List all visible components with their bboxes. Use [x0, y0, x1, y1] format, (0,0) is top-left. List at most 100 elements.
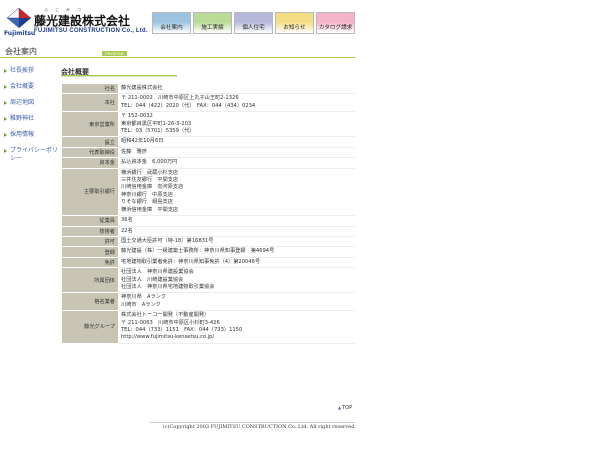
- sidebar-item-3[interactable]: 稚野神社: [4, 115, 58, 123]
- info-line: 社団法人 川崎建設業協会: [121, 276, 184, 283]
- info-row-label: 許可: [62, 236, 118, 248]
- info-line: 社団法人 神奈川県建設業協会: [121, 269, 194, 276]
- sidebar: 社長挨拶会社概要周辺地図稚野神社採用情報プライバシーポリシー: [4, 67, 58, 171]
- info-row-value: 宅地建物取引業者免許：神奈川県知事免許（4）第20046号: [118, 257, 355, 269]
- info-row-value: 〒 211-0002 川崎市中原区上丸子山王町2-1326 TEL：044（422…: [118, 93, 355, 113]
- info-line: TEL：03（5701）5359（代）: [121, 128, 195, 135]
- section-bar: [0, 44, 355, 58]
- info-line: 横浜銀行 武蔵小杉支店: [121, 169, 179, 176]
- info-line: TEL：044（422）2020（代） FAX：044（434）0234: [121, 102, 256, 109]
- info-row: 従業員 36名: [62, 215, 355, 227]
- info-row-value: 22名: [118, 226, 355, 237]
- content-title-underline-shadow: [61, 76, 177, 77]
- info-row: 格名業者 神奈川県 Aランク 川崎市 Aランク: [62, 292, 355, 312]
- info-row-value: 株式会社トーコー開発（不動産開発）〒 211-0063 川崎市中原区小杉町3-4…: [118, 310, 355, 344]
- info-line: 株式会社トーコー開発（不動産開発）: [121, 312, 210, 319]
- info-row: 社名 藤光建設株式会社: [62, 84, 355, 95]
- info-row-label: 資本金: [62, 157, 118, 169]
- info-row-value: 横浜銀行 武蔵小杉支店 三井住友銀行 平間支店 川崎信用金庫 向河原支店 神奈川銀行 …: [118, 168, 355, 217]
- nav-button-label: 施工実績: [201, 25, 224, 31]
- info-row-label: 免許: [62, 257, 118, 269]
- section-en-badge: PROFILE: [102, 51, 127, 56]
- company-name-en: FUJIMITSU CONSTRUCTION Co., Ltd.: [34, 28, 148, 34]
- info-row: 資本金 払込資本金 6,000万円: [62, 157, 355, 169]
- info-row-value: 社団法人 神奈川県建設業協会 社団法人 川崎建設業協会 社団法人 神奈川県宅地建物取…: [118, 267, 355, 294]
- info-line: 社団法人 神奈川県宅地建物取引業協会: [121, 283, 215, 290]
- info-line: 国土交通大臣許可（特-18）第16831号: [121, 237, 214, 244]
- sidebar-item-4[interactable]: 採用情報: [4, 131, 58, 139]
- info-row-label: 従業員: [62, 215, 118, 227]
- info-row: 藤光グループ 株式会社トーコー開発（不動産開発）〒 211-0063 川崎市中原区…: [62, 310, 355, 344]
- nav-button-label: 会社案内: [160, 25, 183, 31]
- info-line: 神奈川県 Aランク: [121, 294, 167, 301]
- info-row-label: 設立: [62, 136, 118, 148]
- info-row-label: 所属団体: [62, 267, 118, 294]
- sidebar-item-1[interactable]: 会社概要: [4, 83, 58, 91]
- company-info-table: 社名 藤光建設株式会社 本社〒 211-0002 川崎市中原区上丸子山王町2-132…: [62, 84, 355, 344]
- info-line: 宅地建物取引業者免許：神奈川県知事免許（4）第20046号: [121, 258, 261, 265]
- info-line: 川崎市 Aランク: [121, 301, 161, 308]
- info-line: 藤光建設（株）一級建築士事務所：神奈川県知事登録 第4694号: [121, 248, 275, 255]
- info-row-label: 代表取締役: [62, 147, 118, 159]
- info-row-value: 昭和42年10月6日: [118, 136, 355, 148]
- section-divider: [0, 57, 355, 58]
- info-row: 代表取締役 佐藤 雅彦: [62, 147, 355, 159]
- info-row-label: 技術者: [62, 226, 118, 237]
- info-row-value: 払込資本金 6,000万円: [118, 157, 355, 169]
- info-row-value: 佐藤 雅彦: [118, 147, 355, 159]
- info-line: 〒 211-0002 川崎市中原区上丸子山王町2-1326: [121, 95, 239, 102]
- nav-button-4[interactable]: カタログ請求: [316, 12, 355, 34]
- info-line: 佐藤 雅彦: [121, 148, 147, 155]
- info-line: 藤光建設株式会社: [121, 85, 163, 91]
- info-line: りそな銀行 綱島支店: [121, 199, 173, 206]
- info-row-label: 格名業者: [62, 292, 118, 312]
- info-line: TEL：044（733）1151 FAX：044（733）1150: [121, 326, 243, 333]
- info-line: 払込資本金 6,000万円: [121, 159, 178, 166]
- nav-button-label: カタログ請求: [318, 25, 353, 31]
- nav-button-2[interactable]: 個人住宅: [234, 12, 273, 34]
- info-line: 36名: [121, 217, 133, 224]
- info-row-value: 国土交通大臣許可（特-18）第16831号: [118, 236, 355, 248]
- global-nav: 会社案内 施工実績 個人住宅 お知らせ カタログ請求: [152, 12, 355, 34]
- info-line: 川崎信用金庫 向河原支店: [121, 184, 184, 191]
- sidebar-item-0[interactable]: 社長挨拶: [4, 67, 58, 75]
- copyright: (c)Copyright 2003 FUJIMITSU CONSTRUCTION…: [162, 424, 356, 430]
- info-row: 本社〒 211-0002 川崎市中原区上丸子山王町2-1326 TEL：044（4…: [62, 93, 355, 113]
- info-row-label: 登録: [62, 246, 118, 258]
- info-row-value: 藤光建設株式会社: [118, 84, 355, 95]
- info-row-value: 36名: [118, 215, 355, 227]
- info-line: 東京都目黒区平町1-26-3-203: [121, 120, 192, 127]
- info-row-value: 〒 152-0032 東京都目黒区平町1-26-3-203 TEL：03（5701）…: [118, 111, 355, 138]
- info-row-label: 本社: [62, 93, 118, 113]
- info-row: 免許 宅地建物取引業者免許：神奈川県知事免許（4）第20046号: [62, 257, 355, 269]
- nav-button-label: 個人住宅: [242, 25, 265, 31]
- info-row-label: 東京営業所: [62, 111, 118, 138]
- nav-button-label: お知らせ: [283, 25, 306, 31]
- company-name: 藤光建設株式会社: [34, 14, 131, 28]
- info-row-value: 藤光建設（株）一級建築士事務所：神奈川県知事登録 第4694号: [118, 246, 355, 258]
- info-row: 登録 藤光建設（株）一級建築士事務所：神奈川県知事登録 第4694号: [62, 246, 355, 258]
- logo-mark-icon: [6, 7, 31, 28]
- section-title: 会社案内: [5, 47, 37, 56]
- sidebar-item-2[interactable]: 周辺地図: [4, 99, 58, 107]
- info-row: 技術者 22名: [62, 226, 355, 237]
- page: Fujimitsu ふじみつ 藤光建設株式会社 FUJIMITSU CONSTR…: [0, 0, 600, 450]
- info-line: 〒 152-0032: [121, 113, 153, 120]
- back-to-top-link[interactable]: TOP: [338, 405, 352, 411]
- info-line: 横浜信用金庫 平間支店: [121, 206, 179, 213]
- info-row: 許可 国土交通大臣許可（特-18）第16831号: [62, 236, 355, 248]
- info-row: 所属団体 社団法人 神奈川県建設業協会 社団法人 川崎建設業協会 社団法人 神奈川県宅…: [62, 267, 355, 294]
- website-link[interactable]: http://www.fujimitsu-kensetsu.co.jp/: [121, 334, 352, 341]
- sidebar-item-5[interactable]: プライバシーポリシー: [4, 147, 58, 163]
- info-line: 22名: [121, 227, 133, 234]
- logo-wordmark: Fujimitsu: [4, 30, 36, 37]
- info-row-label: 社名: [62, 84, 118, 95]
- footer-divider: [150, 422, 355, 423]
- info-row-value: 神奈川県 Aランク 川崎市 Aランク: [118, 292, 355, 312]
- nav-button-0[interactable]: 会社案内: [152, 12, 191, 34]
- info-line: 昭和42年10月6日: [121, 138, 164, 145]
- nav-button-3[interactable]: お知らせ: [275, 12, 314, 34]
- info-row: 設立 昭和42年10月6日: [62, 136, 355, 148]
- info-row: 東京営業所〒 152-0032 東京都目黒区平町1-26-3-203 TEL：03（…: [62, 111, 355, 138]
- nav-button-1[interactable]: 施工実績: [193, 12, 232, 34]
